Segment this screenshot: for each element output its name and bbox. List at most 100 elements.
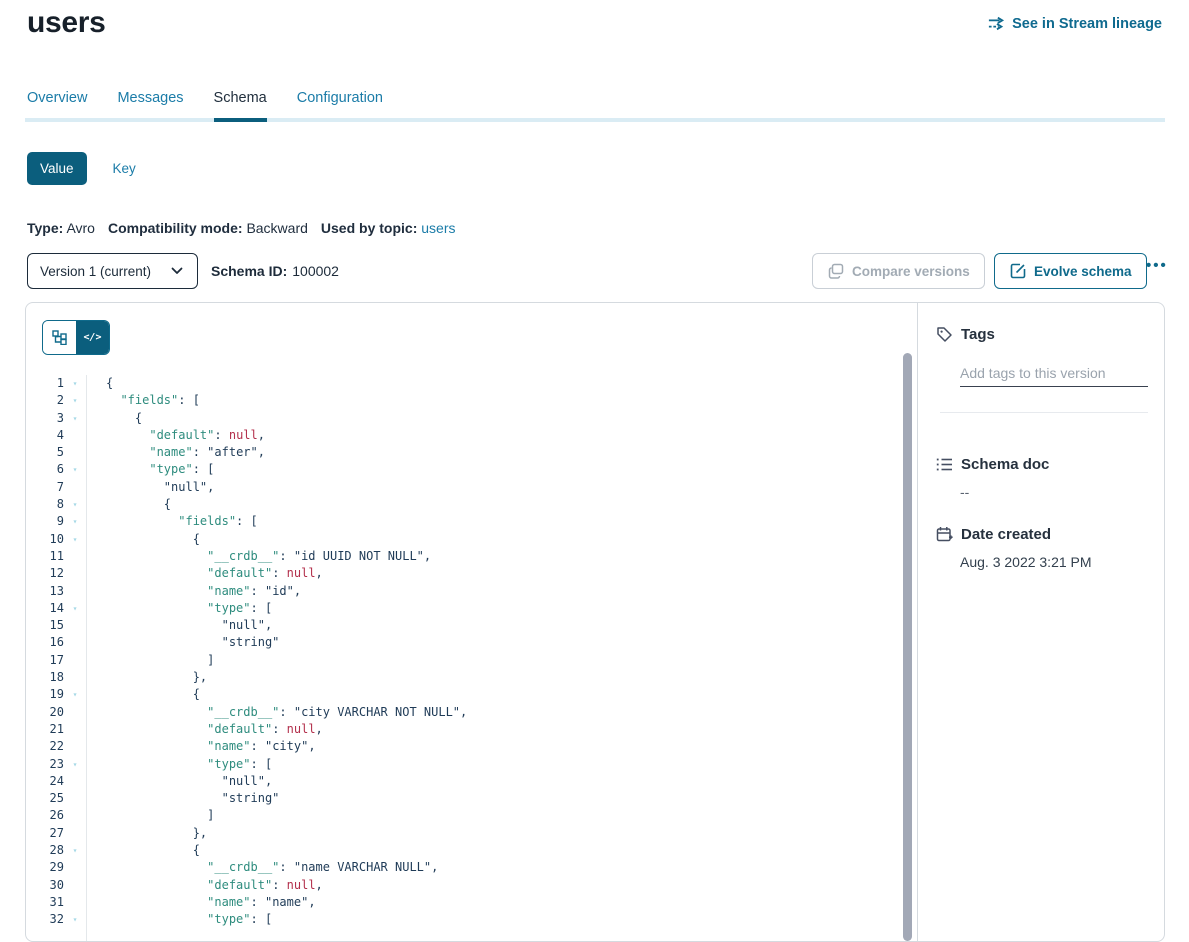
code-text: ] — [86, 652, 214, 669]
stream-lineage-link[interactable]: See in Stream lineage — [988, 15, 1162, 32]
line-number: 3 — [26, 410, 64, 427]
code-line: 25 "string" — [26, 790, 917, 807]
evolve-schema-button[interactable]: Evolve schema — [994, 253, 1147, 289]
code-view-button[interactable]: </> — [76, 321, 109, 354]
fold-caret-icon[interactable]: ▾ — [64, 461, 86, 478]
code-text: "null", — [86, 617, 272, 634]
schema-id: Schema ID: 100002 — [211, 253, 339, 289]
page-title: users — [27, 6, 106, 40]
schema-card: </> 1▾{2▾ "fields": [3▾ {4 "default": nu… — [25, 302, 1165, 942]
fold-caret-empty — [64, 721, 86, 738]
line-number: 24 — [26, 773, 64, 790]
code-text: { — [86, 375, 113, 392]
fold-caret-icon[interactable]: ▾ — [64, 600, 86, 617]
code-line: 16 "string" — [26, 634, 917, 651]
editor-scrollbar[interactable] — [903, 353, 912, 941]
schema-sidebar: Tags Schema doc — [917, 303, 1164, 941]
fold-caret-icon[interactable]: ▾ — [64, 375, 86, 392]
line-number: 10 — [26, 531, 64, 548]
key-tab-button[interactable]: Key — [113, 161, 136, 176]
tab-label: Configuration — [297, 90, 383, 106]
code-text: "default": null, — [86, 877, 323, 894]
line-number: 6 — [26, 461, 64, 478]
line-number: 31 — [26, 894, 64, 911]
fold-caret-icon[interactable]: ▾ — [64, 756, 86, 773]
code-text: "default": null, — [86, 565, 323, 582]
topic-link[interactable]: users — [421, 220, 455, 236]
compare-versions-button[interactable]: Compare versions — [812, 253, 985, 289]
doc-list-icon — [936, 456, 953, 473]
fold-caret-empty — [64, 894, 86, 911]
fold-caret-empty — [64, 807, 86, 824]
type-label: Type: — [27, 220, 63, 236]
value-tab-button[interactable]: Value — [27, 152, 87, 185]
line-number: 29 — [26, 859, 64, 876]
schema-meta-row: Type: Avro Compatibility mode: Backward … — [27, 220, 456, 236]
line-number: 25 — [26, 790, 64, 807]
fold-caret-empty — [64, 773, 86, 790]
fold-caret-icon[interactable]: ▾ — [64, 842, 86, 859]
meta-compatibility: Compatibility mode: Backward — [108, 220, 308, 236]
line-number: 13 — [26, 583, 64, 600]
fold-caret-empty — [64, 444, 86, 461]
stream-lineage-icon — [988, 15, 1005, 32]
tag-icon — [936, 326, 953, 343]
chevron-down-icon — [168, 263, 185, 280]
tags-title: Tags — [961, 326, 995, 343]
line-number: 12 — [26, 565, 64, 582]
code-line: 31 "name": "name", — [26, 894, 917, 911]
code-text: "fields": [ — [86, 513, 258, 530]
code-line: 27 }, — [26, 825, 917, 842]
tab-overview[interactable]: Overview — [27, 90, 87, 120]
tab-label: Overview — [27, 90, 87, 106]
line-number: 28 — [26, 842, 64, 859]
version-select-value: Version 1 (current) — [40, 264, 151, 279]
code-text: { — [86, 496, 171, 513]
schema-view-toggle: </> — [42, 320, 110, 355]
code-line: 13 "name": "id", — [26, 583, 917, 600]
code-text: { — [86, 410, 142, 427]
fold-caret-icon[interactable]: ▾ — [64, 531, 86, 548]
schema-doc-value: -- — [918, 484, 1164, 500]
date-created-value: Aug. 3 2022 3:21 PM — [918, 554, 1164, 570]
code-text: "null", — [86, 479, 214, 496]
more-options-button[interactable]: ••• — [1146, 257, 1168, 274]
line-number: 23 — [26, 756, 64, 773]
schema-doc-title: Schema doc — [961, 456, 1049, 473]
code-text: "__crdb__": "name VARCHAR NULL", — [86, 859, 438, 876]
code-line: 14▾ "type": [ — [26, 600, 917, 617]
fold-caret-icon[interactable]: ▾ — [64, 496, 86, 513]
compatibility-value: Backward — [246, 220, 307, 236]
code-line: 6▾ "type": [ — [26, 461, 917, 478]
tab-messages[interactable]: Messages — [117, 90, 183, 120]
fold-caret-icon[interactable]: ▾ — [64, 686, 86, 703]
tab-bar: Overview Messages Schema Configuration — [27, 90, 383, 120]
schema-part-toggle: Value Key — [27, 152, 136, 185]
compare-versions-label: Compare versions — [852, 264, 970, 279]
fold-caret-icon[interactable]: ▾ — [64, 911, 86, 928]
code-line: 7 "null", — [26, 479, 917, 496]
code-text: { — [86, 686, 200, 703]
tree-view-button[interactable] — [43, 321, 76, 354]
date-created-title: Date created — [961, 526, 1051, 543]
fold-caret-empty — [64, 790, 86, 807]
tab-configuration[interactable]: Configuration — [297, 90, 383, 120]
fold-caret-empty — [64, 652, 86, 669]
tags-input[interactable] — [960, 363, 1148, 387]
code-text: "string" — [86, 634, 279, 651]
line-number: 8 — [26, 496, 64, 513]
code-text: "type": [ — [86, 756, 272, 773]
line-number: 30 — [26, 877, 64, 894]
tab-label: Messages — [117, 90, 183, 106]
fold-caret-empty — [64, 877, 86, 894]
schema-id-value: 100002 — [292, 263, 339, 279]
code-line: 28▾ { — [26, 842, 917, 859]
version-select[interactable]: Version 1 (current) — [27, 253, 198, 289]
tab-schema[interactable]: Schema — [214, 90, 267, 120]
versions-icon — [827, 263, 844, 280]
schema-controls-row: Version 1 (current) Schema ID: 100002 Co… — [0, 253, 1189, 289]
fold-caret-icon[interactable]: ▾ — [64, 410, 86, 427]
line-number: 14 — [26, 600, 64, 617]
fold-caret-icon[interactable]: ▾ — [64, 513, 86, 530]
fold-caret-icon[interactable]: ▾ — [64, 392, 86, 409]
